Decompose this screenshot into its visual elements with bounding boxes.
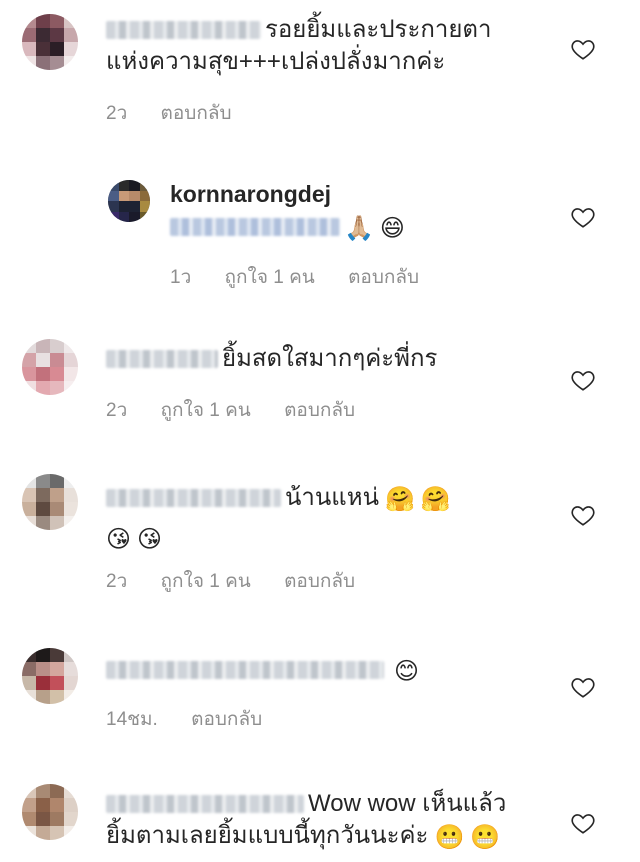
- comment-text: ยิ้มตามเลยยิ้มแบบนี้ทุกวันนะค่ะ 😬 😬: [106, 820, 506, 854]
- avatar[interactable]: [22, 474, 78, 530]
- comment-header: kornnarongdej: [170, 178, 405, 211]
- emoji: 🙏🏼: [344, 215, 374, 242]
- emoji: 😬: [434, 824, 465, 851]
- avatar[interactable]: [108, 180, 150, 222]
- reply-link[interactable]: ตอบกลับ: [284, 571, 355, 592]
- likes-count[interactable]: ถูกใจ 1 คน: [225, 267, 315, 288]
- comment-text: ยิ้มสดใสมากๆค่ะพี่กร: [106, 343, 437, 375]
- comment-text: รอยยิ้มและประกายตา: [106, 14, 491, 46]
- blurred-mention[interactable]: [170, 218, 340, 236]
- timestamp: 2ว: [106, 400, 128, 421]
- timestamp: 2ว: [106, 571, 128, 592]
- emoji: 😊: [394, 658, 420, 685]
- comment-text: แห่งความสุข+++เปล่งปลั่งมากค่ะ: [106, 48, 446, 75]
- reply-link[interactable]: ตอบกลับ: [284, 400, 355, 421]
- blurred-username[interactable]: [106, 795, 304, 813]
- likes-count[interactable]: ถูกใจ 1 คน: [161, 400, 251, 421]
- comment-text: Wow wow เห็นแล้ว: [106, 788, 506, 820]
- emoji: 🤗: [420, 486, 451, 513]
- comment-text: น้านแหน่ 🤗 🤗: [106, 482, 451, 516]
- heart-outline-icon[interactable]: [570, 204, 596, 230]
- avatar[interactable]: [22, 339, 78, 395]
- comment-text: 😊: [106, 654, 419, 688]
- comment-text: 🙏🏼 😄: [170, 211, 405, 245]
- emoji: 😘: [137, 526, 163, 553]
- blurred-username[interactable]: [106, 350, 218, 368]
- blurred-username[interactable]: [106, 21, 261, 39]
- heart-outline-icon[interactable]: [570, 367, 596, 393]
- heart-outline-icon[interactable]: [570, 810, 596, 836]
- emoji: 😬: [470, 824, 501, 851]
- timestamp: 2ว: [106, 103, 128, 124]
- heart-outline-icon[interactable]: [570, 36, 596, 62]
- emoji: 😄: [379, 215, 405, 242]
- blurred-username[interactable]: [106, 661, 384, 679]
- blurred-username[interactable]: [106, 489, 281, 507]
- timestamp: 1ว: [170, 267, 192, 288]
- avatar[interactable]: [22, 14, 78, 70]
- reply-link[interactable]: ตอบกลับ: [191, 709, 262, 730]
- avatar[interactable]: [22, 784, 78, 840]
- likes-count[interactable]: ถูกใจ 1 คน: [161, 571, 251, 592]
- timestamp: 14ชม.: [106, 709, 158, 730]
- reply-link[interactable]: ตอบกลับ: [348, 267, 419, 288]
- username[interactable]: kornnarongdej: [170, 181, 331, 207]
- comment-text: 😘 😘: [106, 522, 451, 556]
- emoji: 🤗: [384, 486, 415, 513]
- heart-outline-icon[interactable]: [570, 502, 596, 528]
- reply-link[interactable]: ตอบกลับ: [161, 103, 232, 124]
- heart-outline-icon[interactable]: [570, 674, 596, 700]
- emoji: 😘: [106, 526, 132, 553]
- avatar[interactable]: [22, 648, 78, 704]
